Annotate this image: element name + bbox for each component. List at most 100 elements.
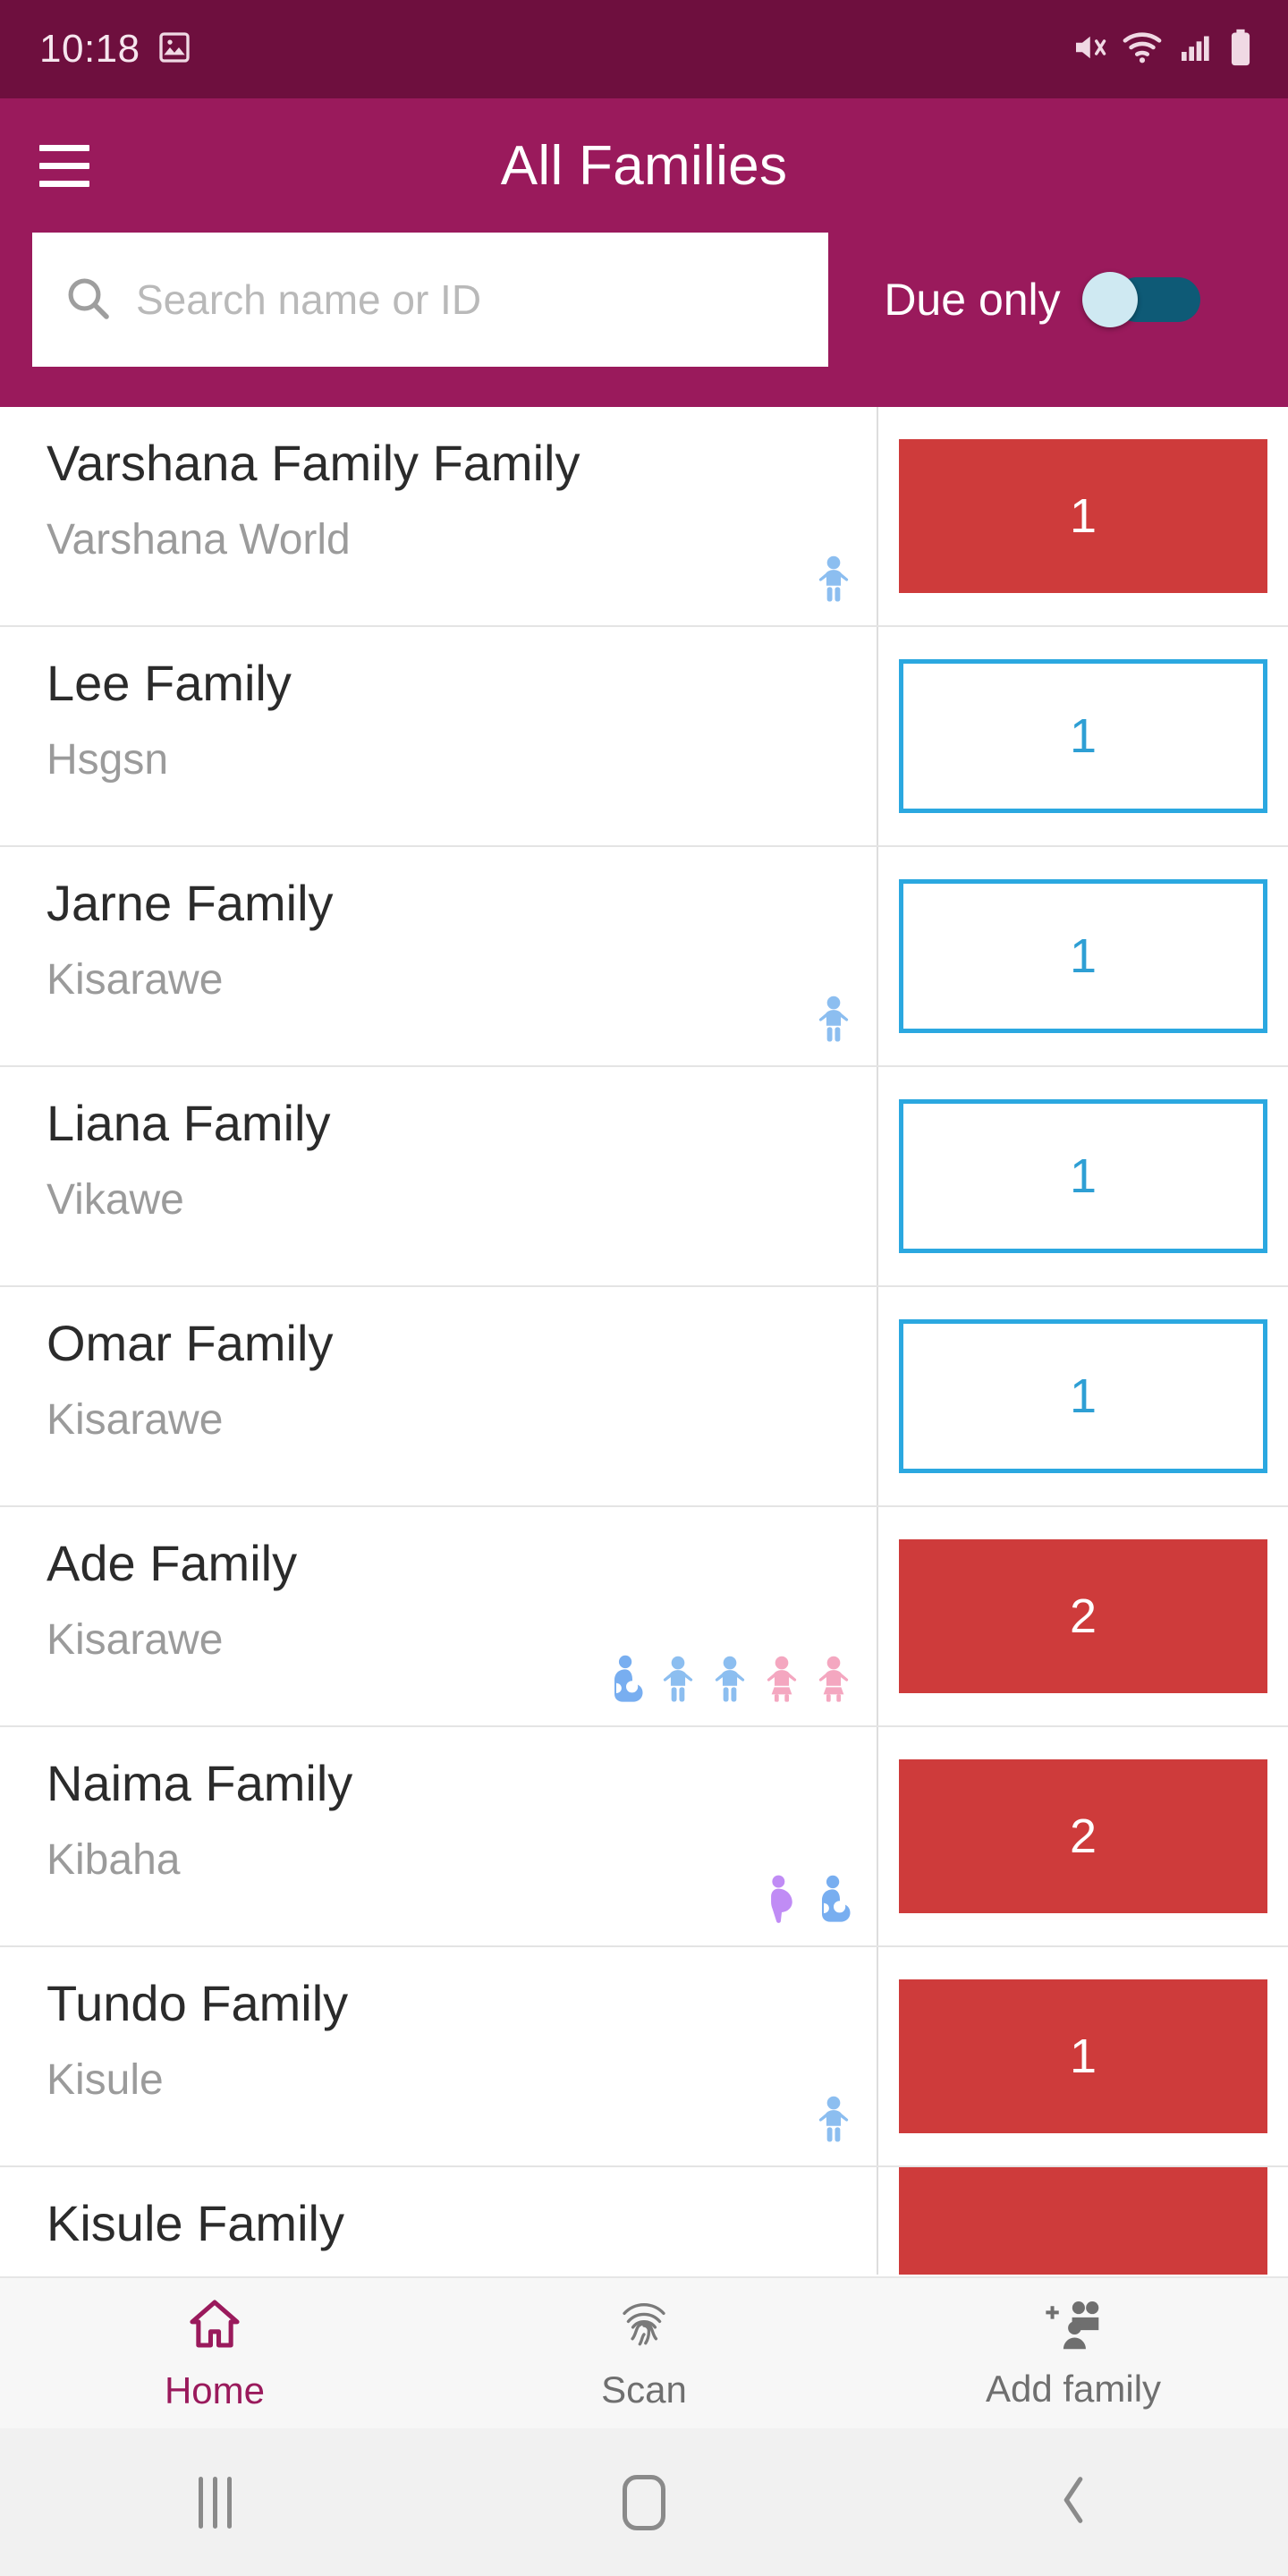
due-only-label: Due only — [884, 275, 1061, 325]
boy-icon — [818, 996, 849, 1042]
status-badge[interactable]: 2 — [899, 1759, 1267, 1913]
status-badge[interactable]: 1 — [899, 1319, 1267, 1473]
family-name: Jarne Family — [47, 875, 334, 931]
family-row[interactable]: Jarne Family Kisarawe 1 — [0, 847, 1288, 1067]
family-row-info[interactable]: Omar Family Kisarawe — [0, 1287, 877, 1505]
nav-label-scan: Scan — [601, 2368, 687, 2411]
family-list[interactable]: Varshana Family Family Varshana World 1 Lee… — [0, 407, 1288, 2276]
family-row-info[interactable]: Ade Family Kisarawe — [0, 1507, 877, 1725]
pregnant-icon — [771, 1875, 792, 1923]
boy-icon — [818, 555, 849, 602]
page-title: All Families — [500, 134, 788, 197]
family-badge-cell[interactable]: 1 — [877, 1067, 1288, 1285]
family-row[interactable]: Varshana Family Family Varshana World 1 — [0, 407, 1288, 627]
home-icon — [186, 2295, 243, 2357]
family-row[interactable]: Omar Family Kisarawe 1 — [0, 1287, 1288, 1507]
boy-icon — [715, 1656, 745, 1702]
family-badge-cell[interactable]: 2 — [877, 1507, 1288, 1725]
android-home-button[interactable] — [429, 2474, 859, 2530]
status-badge[interactable]: 1 — [899, 659, 1267, 813]
android-back-button[interactable] — [859, 2472, 1288, 2532]
fingerprint-icon — [616, 2296, 672, 2356]
android-navigation-bar — [0, 2428, 1288, 2576]
back-icon — [1054, 2472, 1093, 2532]
family-name: Naima Family — [47, 1755, 353, 1811]
family-place: Kibaha — [47, 1835, 181, 1884]
mother-icon — [821, 1875, 851, 1922]
wifi-icon — [1122, 29, 1163, 71]
due-only-filter[interactable]: Due only — [828, 272, 1256, 327]
status-badge[interactable]: 1 — [899, 439, 1267, 593]
family-member-icons — [814, 554, 853, 604]
family-place: Vikawe — [47, 1175, 184, 1224]
toggle-thumb — [1081, 272, 1138, 327]
app-bar-top: All Families — [0, 98, 1288, 233]
family-name: Omar Family — [47, 1315, 334, 1371]
family-row[interactable]: Lee Family Hsgsn 1 — [0, 627, 1288, 847]
phone-screen: 10:18 All Families Search name or ID Due… — [0, 0, 1288, 2576]
nav-item-add-family[interactable]: Add family — [859, 2297, 1288, 2411]
bottom-navigation: Home Scan Add family — [0, 2276, 1288, 2428]
family-badge-cell[interactable]: 1 — [877, 627, 1288, 845]
recents-icon — [198, 2476, 232, 2529]
image-icon — [157, 30, 192, 70]
status-bar-right — [1070, 28, 1254, 72]
family-place: Kisarawe — [47, 955, 224, 1004]
family-member-icons — [814, 2094, 853, 2144]
family-row[interactable]: Ade Family Kisarawe 2 — [0, 1507, 1288, 1727]
family-row-info[interactable]: Naima Family Kibaha — [0, 1727, 877, 1945]
app-bar: All Families Due only — [0, 98, 1288, 407]
search-icon — [63, 273, 113, 327]
status-badge[interactable]: 1 — [899, 879, 1267, 1033]
search-input[interactable] — [136, 275, 798, 324]
family-place: Hsgsn — [47, 735, 169, 784]
family-member-icons — [606, 1654, 853, 1704]
family-badge-cell[interactable]: 1 — [877, 1947, 1288, 2165]
nav-item-scan[interactable]: Scan — [429, 2296, 859, 2411]
nav-label-add-family: Add family — [985, 2367, 1162, 2410]
status-badge[interactable]: 1 — [899, 1099, 1267, 1253]
girl-icon — [818, 1656, 849, 1702]
boy-icon — [818, 2096, 849, 2142]
family-row-info[interactable]: Varshana Family Family Varshana World — [0, 407, 877, 625]
status-bar-left: 10:18 — [39, 27, 192, 72]
family-badge-cell[interactable] — [877, 2167, 1288, 2275]
nav-item-home[interactable]: Home — [0, 2295, 429, 2412]
hamburger-menu-icon[interactable] — [36, 137, 93, 194]
family-badge-cell[interactable]: 1 — [877, 847, 1288, 1065]
family-row-info[interactable]: Kisule Family — [0, 2167, 877, 2275]
boy-icon — [663, 1656, 693, 1702]
family-name: Ade Family — [47, 1535, 298, 1591]
family-badge-cell[interactable]: 1 — [877, 407, 1288, 625]
family-badge-cell[interactable]: 2 — [877, 1727, 1288, 1945]
family-name: Varshana Family Family — [47, 435, 580, 491]
family-row-info[interactable]: Liana Family Vikawe — [0, 1067, 877, 1285]
status-badge[interactable]: 1 — [899, 1979, 1267, 2133]
signal-icon — [1177, 30, 1213, 70]
android-recents-button[interactable] — [0, 2476, 429, 2529]
family-row-info[interactable]: Tundo Family Kisule — [0, 1947, 877, 2165]
app-bar-bottom: Due only — [0, 233, 1288, 367]
girl-icon — [767, 1656, 797, 1702]
due-only-toggle[interactable] — [1081, 272, 1200, 327]
family-row[interactable]: Naima Family Kibaha 2 — [0, 1727, 1288, 1947]
family-row-info[interactable]: Jarne Family Kisarawe — [0, 847, 877, 1065]
family-member-icons — [762, 1874, 853, 1924]
battery-icon — [1227, 28, 1254, 72]
family-row[interactable]: Liana Family Vikawe 1 — [0, 1067, 1288, 1287]
family-row[interactable]: Tundo Family Kisule 1 — [0, 1947, 1288, 2167]
status-badge[interactable]: 2 — [899, 1539, 1267, 1693]
status-bar-clock: 10:18 — [39, 27, 140, 71]
family-row[interactable]: Kisule Family — [0, 2167, 1288, 2275]
family-row-info[interactable]: Lee Family Hsgsn — [0, 627, 877, 845]
search-box[interactable] — [32, 233, 828, 367]
family-place: Kisarawe — [47, 1395, 224, 1444]
family-name: Kisule Family — [47, 2195, 344, 2251]
family-badge-cell[interactable]: 1 — [877, 1287, 1288, 1505]
family-place: Varshana World — [47, 515, 351, 564]
mother-icon — [614, 1655, 643, 1702]
nav-label-home: Home — [164, 2368, 266, 2411]
status-badge[interactable] — [899, 2167, 1267, 2275]
family-name: Liana Family — [47, 1095, 331, 1151]
family-place: Kisule — [47, 2055, 164, 2104]
